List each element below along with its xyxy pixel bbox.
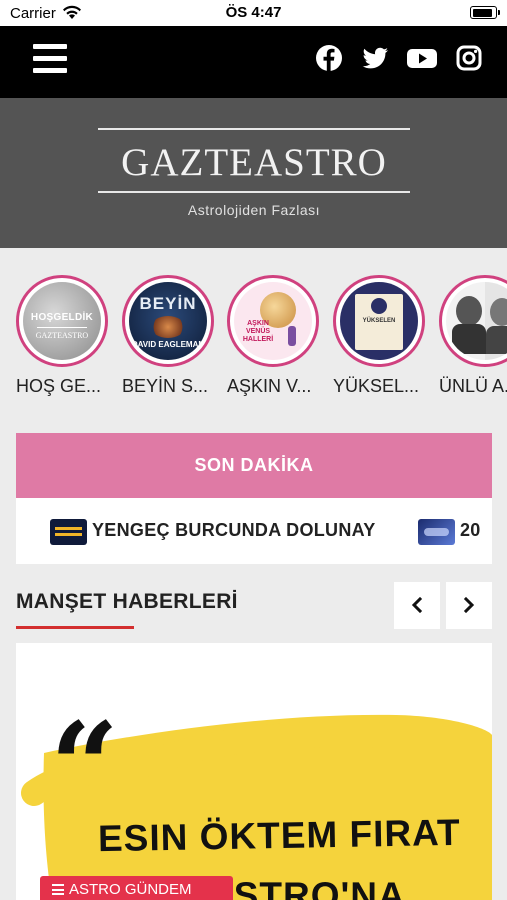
section-title: MANŞET HABERLERİ	[16, 590, 238, 613]
site-logo: GAZTEASTRO	[121, 141, 387, 184]
headline-card[interactable]: “ ESIN ÖKTEM FIRAT ASTRO'NA	[16, 643, 492, 900]
story-thumbnail-title: YÜKSELEN	[362, 318, 396, 324]
story-ring: YÜKSELEN	[333, 275, 425, 367]
story-thumbnail-subtitle: GAZTEASTRO	[35, 331, 89, 340]
story-label: YÜKSEL...	[333, 376, 420, 396]
brand-top-rule	[98, 128, 410, 130]
carousel-prev-button[interactable]	[394, 582, 440, 629]
site-tagline: Astrolojiden Fazlası	[187, 202, 321, 218]
headline-line-2: ASTRO'NA	[206, 875, 406, 900]
battery-icon	[470, 6, 500, 19]
section-underline	[16, 626, 134, 629]
chevron-left-icon	[411, 597, 423, 613]
story-thumbnail-subtitle: DAVID EAGLEMAN	[131, 340, 205, 349]
youtube-icon[interactable]	[406, 43, 438, 73]
ticker-item[interactable]: YENGEÇ BURCUNDA DOLUNAY	[92, 520, 376, 541]
breaking-news-ticker[interactable]: YENGEÇ BURCUNDA DOLUNAY 20	[16, 498, 492, 564]
story-thumbnail	[446, 282, 507, 360]
brand-header[interactable]: GAZTEASTRO Astrolojiden Fazlası	[0, 98, 507, 248]
story-ring: BEYİN DAVID EAGLEMAN	[122, 275, 214, 367]
facebook-icon[interactable]	[314, 43, 344, 73]
story-ring	[439, 275, 507, 367]
story-label: BEYİN S...	[122, 376, 209, 396]
story-carousel[interactable]: HOŞGELDİK GAZTEASTRO HOŞ GE... BEYİN DAV…	[0, 248, 507, 418]
story-thumbnail-title: HOŞGELDİK	[30, 312, 94, 323]
clock: ÖS 4:47	[225, 4, 282, 21]
story-thumbnail-title: AŞKIN VENÜS HALLERİ	[242, 320, 274, 343]
ticker-thumbnail	[418, 519, 455, 545]
story-label: HOŞ GE...	[16, 376, 102, 396]
story-thumbnail: YÜKSELEN	[340, 282, 418, 360]
story-ring: HOŞGELDİK GAZTEASTRO	[16, 275, 108, 367]
ticker-item[interactable]: 20	[460, 520, 481, 541]
instagram-icon[interactable]	[454, 43, 484, 73]
story-label: AŞKIN V...	[227, 376, 312, 396]
category-label: ASTRO GÜNDEM	[69, 881, 192, 898]
story-thumbnail-title: BEYİN	[139, 294, 197, 313]
list-icon	[52, 884, 64, 895]
ticker-thumbnail	[50, 519, 87, 545]
story-thumbnail: HOŞGELDİK GAZTEASTRO	[23, 282, 101, 360]
twitter-icon[interactable]	[360, 43, 390, 73]
story-thumbnail: AŞKIN VENÜS HALLERİ	[234, 282, 312, 360]
story-thumbnail: BEYİN DAVID EAGLEMAN	[129, 282, 207, 360]
status-bar: Carrier ÖS 4:47	[0, 0, 507, 26]
breaking-news-header: SON DAKİKA	[16, 433, 492, 498]
story-label: ÜNLÜ A...	[439, 376, 507, 396]
chevron-right-icon	[463, 597, 475, 613]
story-ring: AŞKIN VENÜS HALLERİ	[227, 275, 319, 367]
carousel-next-button[interactable]	[446, 582, 492, 629]
top-navigation-bar	[0, 26, 507, 98]
hamburger-menu-icon[interactable]	[33, 44, 67, 74]
battery-level	[472, 8, 492, 17]
category-badge[interactable]: ASTRO GÜNDEM	[40, 876, 233, 900]
brand-bottom-rule	[98, 191, 410, 193]
headline-line-1: ESIN ÖKTEM FIRAT	[97, 811, 462, 860]
quote-mark: “	[50, 696, 120, 837]
